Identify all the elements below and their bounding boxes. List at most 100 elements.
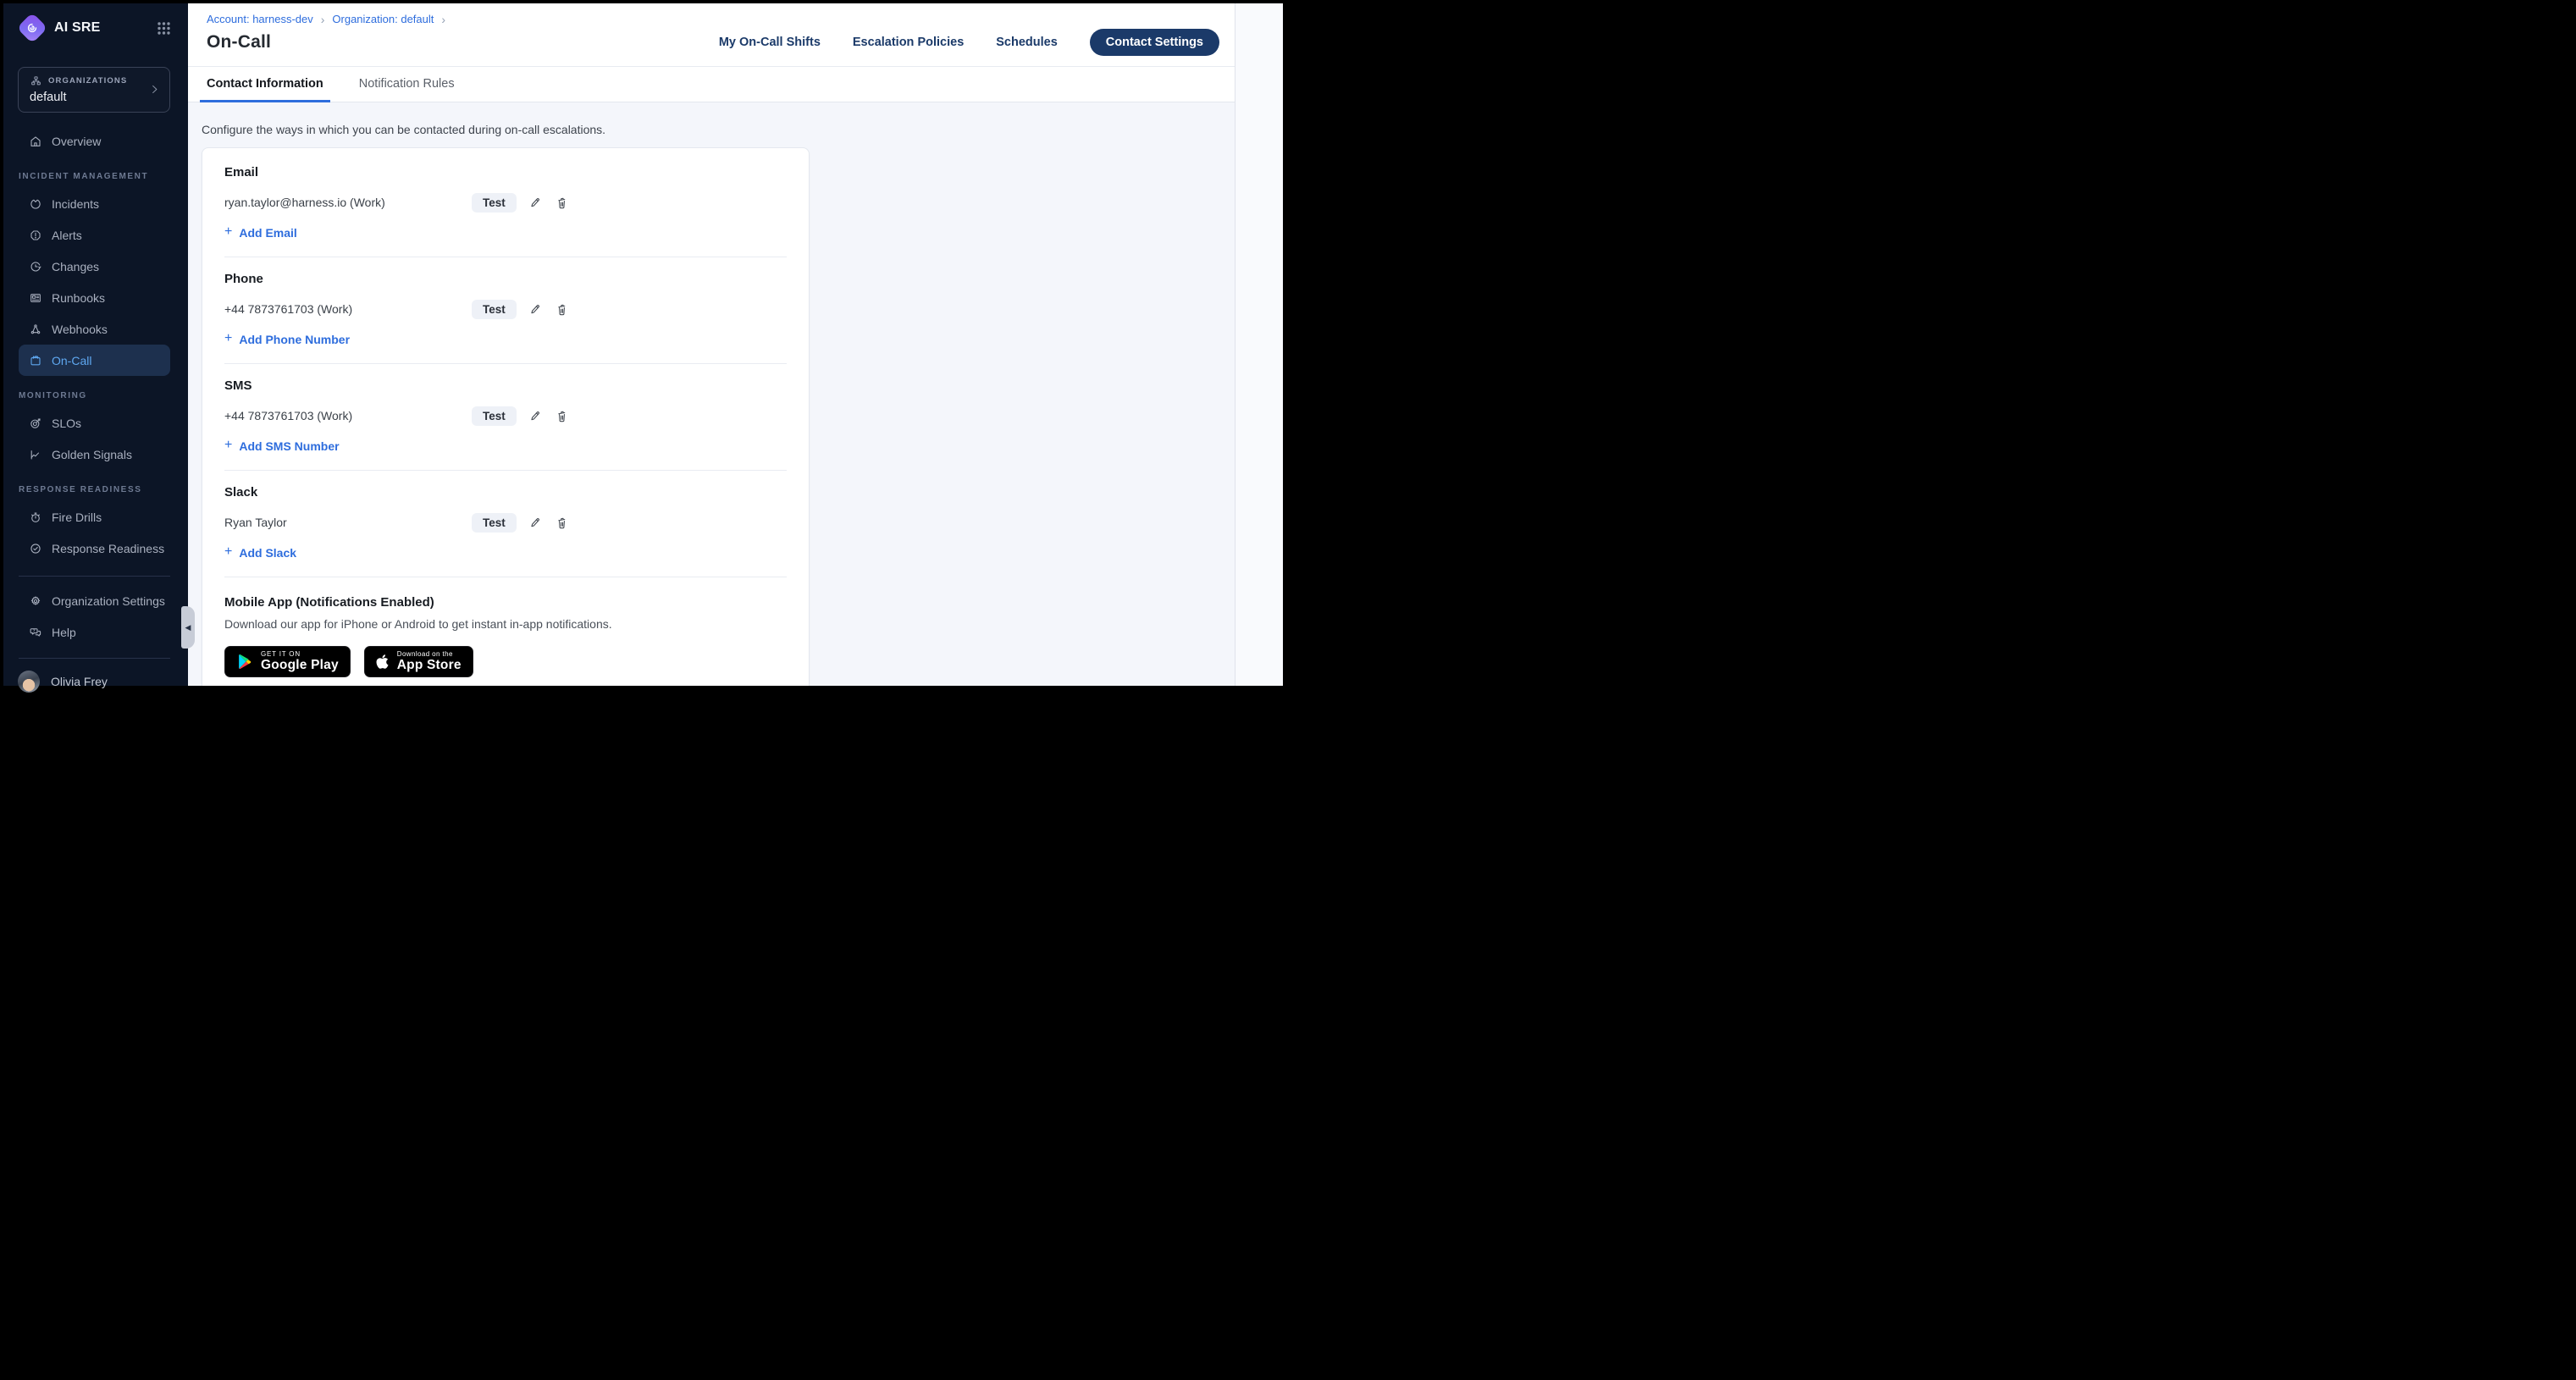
add-phone-link[interactable]: + Add Phone Number xyxy=(224,333,350,346)
sidebar-item-label: Overview xyxy=(52,135,101,148)
alert-hexagon-icon xyxy=(29,229,42,242)
test-button[interactable]: Test xyxy=(472,406,517,426)
sidebar-item-label: Organization Settings xyxy=(52,594,165,608)
section-title: Phone xyxy=(224,272,787,286)
nav-my-oncall-shifts[interactable]: My On-Call Shifts xyxy=(719,36,821,49)
pencil-icon xyxy=(528,302,542,317)
sidebar-bottom: ? Help Olivia Frey xyxy=(3,616,188,706)
breadcrumb-account-link[interactable]: Account: harness-dev xyxy=(207,13,313,25)
plus-icon: + xyxy=(224,439,232,452)
collapse-arrow-icon: ◀ xyxy=(185,624,191,632)
oncall-calendar-icon xyxy=(29,354,42,367)
avatar xyxy=(18,671,40,693)
pencil-icon xyxy=(528,196,542,210)
section-title: SMS xyxy=(224,378,787,393)
mobile-app-description: Download our app for iPhone or Android t… xyxy=(224,617,787,631)
sidebar-item-label: Response Readiness xyxy=(52,542,164,555)
test-button[interactable]: Test xyxy=(472,300,517,319)
sidebar-item-alerts[interactable]: Alerts xyxy=(19,219,170,251)
sidebar-divider xyxy=(19,576,170,577)
trash-icon xyxy=(555,409,569,423)
edit-button[interactable] xyxy=(526,301,544,318)
main-area: Account: harness-dev › Organization: def… xyxy=(188,3,1235,686)
test-button[interactable]: Test xyxy=(472,193,517,213)
sidebar-item-golden-signals[interactable]: Golden Signals xyxy=(19,439,170,470)
edit-button[interactable] xyxy=(526,407,544,425)
intro-text: Configure the ways in which you can be c… xyxy=(202,123,1235,136)
sidebar-item-help[interactable]: ? Help xyxy=(19,616,170,648)
breadcrumb-chevron-icon: › xyxy=(321,14,325,25)
sidebar-item-label: Changes xyxy=(52,260,99,273)
badge-bottom-label: Google Play xyxy=(261,658,339,673)
contact-value: Ryan Taylor xyxy=(224,516,472,529)
tab-notification-rules[interactable]: Notification Rules xyxy=(352,67,462,102)
contact-row: +44 7873761703 (Work) Test xyxy=(224,405,787,427)
breadcrumb: Account: harness-dev › Organization: def… xyxy=(207,13,1219,25)
sidebar-item-changes[interactable]: Changes xyxy=(19,251,170,282)
breadcrumb-chevron-icon: › xyxy=(441,14,445,25)
tab-bar: Contact Information Notification Rules xyxy=(188,67,1235,102)
nav-contact-settings-button[interactable]: Contact Settings xyxy=(1090,29,1219,56)
gear-icon xyxy=(29,594,42,608)
sidebar-item-organization-settings[interactable]: Organization Settings xyxy=(19,585,170,616)
sidebar-item-label: On-Call xyxy=(52,354,91,367)
sidebar-collapse-handle[interactable]: ◀ xyxy=(181,606,195,649)
contact-row: Ryan Taylor Test xyxy=(224,511,787,533)
test-button[interactable]: Test xyxy=(472,513,517,533)
app-title: AI SRE xyxy=(54,20,101,36)
edit-button[interactable] xyxy=(526,514,544,532)
delete-button[interactable] xyxy=(553,407,571,425)
edit-button[interactable] xyxy=(526,194,544,212)
delete-button[interactable] xyxy=(553,301,571,318)
trash-icon xyxy=(555,516,569,530)
add-email-link[interactable]: + Add Email xyxy=(224,226,297,240)
nav-group-monitoring: MONITORING xyxy=(3,376,188,407)
sidebar-item-fire-drills[interactable]: Fire Drills xyxy=(19,501,170,533)
sidebar-item-label: Golden Signals xyxy=(52,448,132,461)
plus-icon: + xyxy=(224,332,232,345)
webhook-icon xyxy=(29,323,42,336)
badge-top-label: GET IT ON xyxy=(261,650,339,658)
sidebar-item-label: Alerts xyxy=(52,229,82,242)
tab-contact-information[interactable]: Contact Information xyxy=(200,67,330,102)
organizations-icon xyxy=(30,75,42,87)
row-controls: Test xyxy=(472,300,571,319)
sidebar-item-incidents[interactable]: Incidents xyxy=(19,188,170,219)
delete-button[interactable] xyxy=(553,514,571,532)
sidebar-item-webhooks[interactable]: Webhooks xyxy=(19,313,170,345)
slack-section: Slack Ryan Taylor Test xyxy=(224,471,787,560)
row-controls: Test xyxy=(472,513,571,533)
add-link-label: Add SMS Number xyxy=(239,439,339,453)
add-slack-link[interactable]: + Add Slack xyxy=(224,546,296,560)
delete-button[interactable] xyxy=(553,194,571,212)
breadcrumb-organization-link[interactable]: Organization: default xyxy=(332,13,434,25)
section-title: Email xyxy=(224,165,787,179)
plus-icon: + xyxy=(224,225,232,239)
sidebar-item-slos[interactable]: SLOs xyxy=(19,407,170,439)
sidebar-item-label: Incidents xyxy=(52,197,99,211)
app-store-badge[interactable]: Download on the App Store xyxy=(364,646,473,677)
ai-sre-logo-icon xyxy=(17,13,48,44)
sidebar-item-runbooks[interactable]: Runbooks xyxy=(19,282,170,313)
nav-escalation-policies[interactable]: Escalation Policies xyxy=(853,36,964,49)
badge-top-label: Download on the xyxy=(397,650,462,658)
user-menu[interactable]: Olivia Frey xyxy=(3,667,188,698)
pencil-icon xyxy=(528,516,542,530)
apps-grid-button[interactable] xyxy=(155,19,173,37)
sidebar-item-overview[interactable]: Overview xyxy=(19,125,170,157)
organization-selector[interactable]: ORGANIZATIONS default xyxy=(18,67,170,113)
content-area: Configure the ways in which you can be c… xyxy=(188,102,1235,686)
nav-schedules[interactable]: Schedules xyxy=(996,36,1058,49)
plus-icon: + xyxy=(224,545,232,559)
sidebar-item-response-readiness[interactable]: Response Readiness xyxy=(19,533,170,564)
title-row: On-Call My On-Call Shifts Escalation Pol… xyxy=(207,29,1219,56)
line-chart-icon xyxy=(29,448,42,461)
add-sms-link[interactable]: + Add SMS Number xyxy=(224,439,340,453)
sidebar: AI SRE ORGANIZATION xyxy=(3,3,188,686)
incident-icon xyxy=(29,197,42,211)
svg-text:?: ? xyxy=(33,628,36,633)
sidebar-item-oncall[interactable]: On-Call xyxy=(19,345,170,376)
google-play-badge[interactable]: GET IT ON Google Play xyxy=(224,646,351,677)
contact-row: ryan.taylor@harness.io (Work) Test xyxy=(224,191,787,213)
right-gutter xyxy=(1235,3,1283,686)
